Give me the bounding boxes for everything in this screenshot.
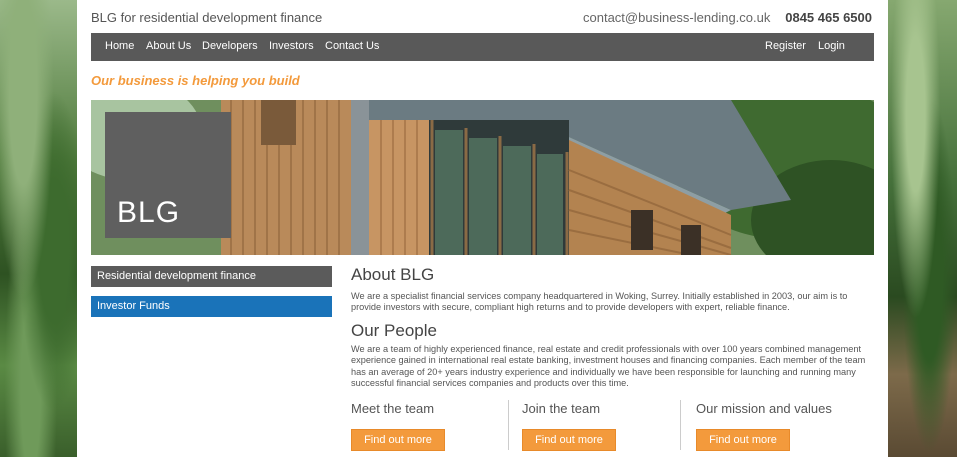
nav-item-about-us[interactable]: About Us — [146, 40, 191, 52]
join-the-team-button[interactable]: Find out more — [522, 429, 616, 451]
sidebar-item-investor-funds[interactable]: Investor Funds — [91, 296, 332, 317]
page-container: BLG for residential development finance … — [77, 0, 888, 457]
hero-banner: BLG — [91, 100, 874, 255]
left-foliage-backdrop — [0, 0, 77, 457]
tagline: Our business is helping you build — [91, 73, 300, 88]
blg-logo-text: BLG — [117, 196, 181, 229]
nav-item-contact-us[interactable]: Contact Us — [325, 40, 379, 52]
join-the-team-heading: Join the team — [522, 401, 601, 416]
right-foliage-backdrop — [888, 0, 957, 457]
contact-email-link[interactable]: contact@business-lending.co.uk — [583, 10, 770, 25]
sidebar-item-label: Investor Funds — [97, 300, 170, 312]
contact-phone: 0845 465 6500 — [785, 10, 872, 25]
blg-logo-box: BLG — [105, 112, 231, 238]
column-divider — [680, 400, 681, 450]
mission-values-button[interactable]: Find out more — [696, 429, 790, 451]
main-nav: Home About Us Developers Investors Conta… — [91, 33, 874, 61]
people-heading: Our People — [351, 321, 437, 340]
meet-the-team-button[interactable]: Find out more — [351, 429, 445, 451]
register-link[interactable]: Register — [765, 40, 806, 52]
people-text: We are a team of highly experienced fina… — [351, 344, 866, 388]
about-text: We are a specialist financial services c… — [351, 291, 848, 313]
sidebar-item-residential-development-finance[interactable]: Residential development finance — [91, 266, 332, 287]
nav-item-investors[interactable]: Investors — [269, 40, 314, 52]
column-divider — [508, 400, 509, 450]
top-bar: BLG for residential development finance … — [91, 0, 874, 32]
sidebar-item-label: Residential development finance — [97, 270, 256, 282]
about-heading: About BLG — [351, 265, 435, 284]
nav-item-developers[interactable]: Developers — [202, 40, 258, 52]
meet-the-team-heading: Meet the team — [351, 401, 435, 416]
mission-values-heading: Our mission and values — [696, 401, 832, 416]
nav-item-home[interactable]: Home — [105, 40, 134, 52]
site-title: BLG for residential development finance — [91, 10, 323, 25]
login-link[interactable]: Login — [818, 40, 845, 52]
